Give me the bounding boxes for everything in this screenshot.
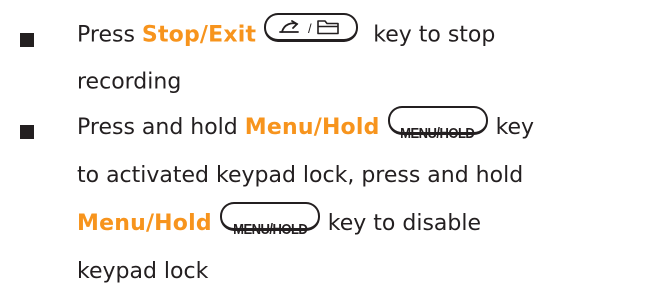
key-text: key [495,115,535,140]
stop-exit-key-glyphs: / [279,19,340,36]
key-separator: / [308,21,312,36]
bullet-square-icon [20,33,34,47]
keypad-lock-text: keypad lock [77,259,209,284]
bullet-line: Press and hold Menu/Hold MENU/HOLD key [77,104,647,152]
instruction-list: Press Stop/Exit / key to stop recording … [0,0,651,284]
press-and-hold-text: Press and hold [77,115,238,140]
bullet-text: Press Stop/Exit / key to stop recording [77,11,647,105]
menu-hold-key-icon: MENU/HOLD [219,201,320,238]
menu-hold-key-label: MENU/HOLD [400,125,475,142]
bullet-line: keypad lock [77,248,647,296]
bullet-line: Menu/Hold MENU/HOLD key to disable [77,200,647,248]
stop-suffix-text: key to stop [373,22,496,48]
press-text: Press [77,22,135,48]
back-arrow-icon [279,19,300,33]
activate-lock-text: to activated keypad lock, press and hold [77,163,524,188]
bullet-line: recording [77,58,647,105]
bullet-line: Press Stop/Exit / key to stop [77,11,647,58]
bullet-text: Press and hold Menu/Hold MENU/HOLD key to … [77,104,647,296]
recording-text: recording [77,69,182,95]
disable-text: key to disable [327,211,482,236]
stop-exit-key-icon: / [264,12,359,42]
bullet-square-icon [20,125,34,139]
menu-hold-key-label: MENU/HOLD [232,221,308,238]
menu-hold-key-icon: MENU/HOLD [387,105,488,142]
menu-hold-key-name: Menu/Hold [244,115,380,140]
menu-hold-key-name: Menu/Hold [77,211,212,236]
stop-exit-key-name: Stop/Exit [141,22,257,48]
folder-icon [317,19,340,34]
bullet-line: to activated keypad lock, press and hold [77,152,647,200]
